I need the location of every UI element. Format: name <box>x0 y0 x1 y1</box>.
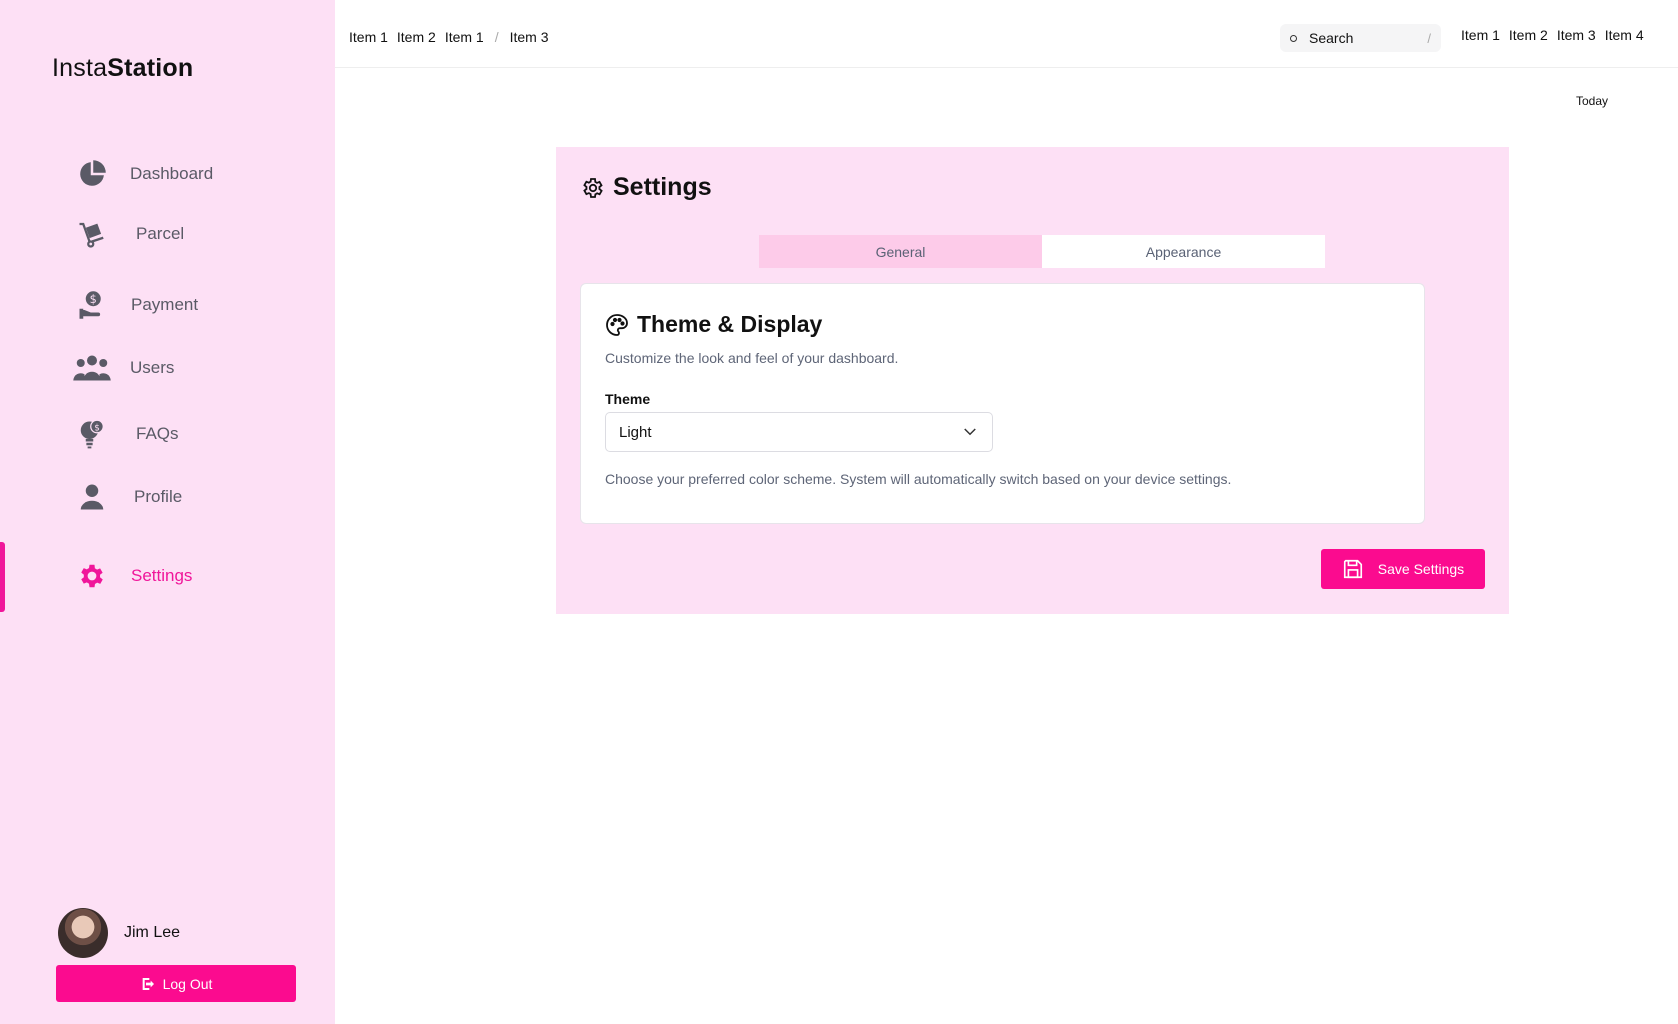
gear-icon <box>583 177 603 198</box>
avatar <box>58 908 108 958</box>
settings-panel: Settings General Appearance Theme & Disp… <box>556 147 1509 614</box>
hand-truck-icon <box>72 214 112 254</box>
page-title: Settings <box>581 173 712 202</box>
logout-icon <box>142 977 154 990</box>
search-input[interactable]: Search / <box>1280 24 1441 52</box>
top-nav: Item 1 Item 2 Item 3 Item 4 <box>1461 27 1644 43</box>
sidebar-item-parcel[interactable]: Parcel <box>72 212 312 256</box>
sidebar-item-faqs[interactable]: $ FAQs <box>72 412 312 456</box>
tab-general[interactable]: General <box>759 235 1042 268</box>
sidebar-item-label: Settings <box>131 566 193 585</box>
save-settings-label: Save Settings <box>1377 561 1465 577</box>
sidebar-item-profile[interactable]: Profile <box>72 475 312 519</box>
sidebar-item-label: FAQs <box>136 424 179 443</box>
svg-text:$: $ <box>90 293 97 306</box>
theme-help-text: Choose your preferred color scheme. Syst… <box>605 471 1232 487</box>
svg-text:$: $ <box>94 423 100 433</box>
pie-chart-icon <box>72 154 112 194</box>
card-title: Theme & Display <box>605 311 822 338</box>
lightbulb-dollar-icon: $ <box>72 414 112 454</box>
search-shortcut: / <box>1427 30 1431 46</box>
palette-icon <box>606 313 628 336</box>
logout-label: Log Out <box>162 975 213 992</box>
top-nav-item[interactable]: Item 4 <box>1605 27 1644 43</box>
users-icon <box>72 348 112 388</box>
breadcrumb-separator: / <box>494 29 499 45</box>
sidebar-item-settings[interactable]: Settings <box>72 554 312 598</box>
sidebar-item-label: Parcel <box>136 224 185 243</box>
app-logo[interactable]: InstaStation <box>52 54 193 83</box>
breadcrumb: Item 1 Item 2 Item 1 / Item 3 <box>349 29 549 45</box>
sidebar-item-label: Dashboard <box>130 164 214 183</box>
sidebar-item-label: Profile <box>134 487 183 506</box>
chevron-down-icon <box>964 428 976 436</box>
top-nav-item[interactable]: Item 3 <box>1557 27 1596 43</box>
gear-icon <box>72 556 112 596</box>
top-header: Item 1 Item 2 Item 1 / Item 3 Search / I… <box>335 0 1678 68</box>
save-settings-button[interactable]: Save Settings <box>1321 549 1485 589</box>
top-nav-item[interactable]: Item 1 <box>1461 27 1500 43</box>
settings-tabs: General Appearance <box>759 235 1325 268</box>
breadcrumb-item[interactable]: Item 1 <box>445 29 484 45</box>
save-icon <box>1343 559 1362 579</box>
theme-select[interactable]: Light <box>605 412 993 452</box>
breadcrumb-item[interactable]: Item 1 <box>349 29 388 45</box>
card-title-text: Theme & Display <box>637 311 823 337</box>
tab-appearance[interactable]: Appearance <box>1042 235 1325 268</box>
search-placeholder: Search <box>1309 30 1354 46</box>
top-nav-item[interactable]: Item 2 <box>1509 27 1548 43</box>
theme-card: Theme & Display Customize the look and f… <box>580 283 1425 524</box>
theme-select-value: Light <box>619 423 652 441</box>
sidebar-item-dashboard[interactable]: Dashboard <box>72 152 312 196</box>
sidebar-item-users[interactable]: Users <box>72 346 312 390</box>
theme-field-label: Theme <box>605 391 651 407</box>
sidebar-item-payment[interactable]: $ Payment <box>72 283 312 327</box>
date-label: Today <box>1576 94 1609 108</box>
logout-button[interactable]: Log Out <box>56 965 296 1002</box>
person-icon <box>72 477 112 517</box>
sidebar-item-label: Users <box>130 358 175 377</box>
sidebar: InstaStation Dashboard Parcel $ Payment … <box>0 0 335 1024</box>
user-profile[interactable]: Jim Lee <box>58 908 180 958</box>
breadcrumb-item[interactable]: Item 3 <box>510 29 549 45</box>
search-icon <box>1290 34 1297 42</box>
sidebar-item-label: Payment <box>131 295 199 314</box>
page-title-text: Settings <box>613 173 712 201</box>
hand-coin-icon: $ <box>72 285 112 325</box>
breadcrumb-item[interactable]: Item 2 <box>397 29 436 45</box>
active-indicator <box>0 542 5 612</box>
card-description: Customize the look and feel of your dash… <box>605 350 899 366</box>
user-name: Jim Lee <box>124 924 181 941</box>
